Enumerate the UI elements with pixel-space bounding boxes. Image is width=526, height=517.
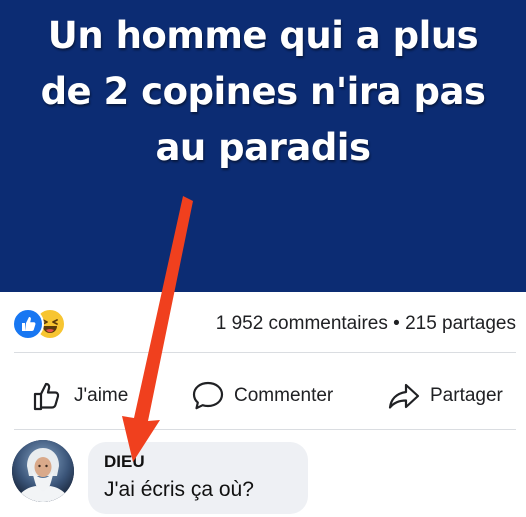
banner-line-1: Un homme qui a plus (47, 14, 479, 57)
share-label: Partager (430, 385, 503, 406)
facebook-post-screenshot: Un homme qui a plus de 2 copines n'ira p… (0, 0, 526, 517)
post-image-banner: Un homme qui a plus de 2 copines n'ira p… (0, 0, 526, 292)
share-button[interactable]: Partager (386, 378, 503, 414)
like-button[interactable]: J'aime (30, 378, 128, 414)
divider-top (14, 352, 516, 353)
comment-label: Commenter (234, 385, 334, 406)
comment-text: J'ai écris ça où? (104, 478, 254, 501)
comment-button[interactable]: Commenter (190, 378, 333, 414)
thumbs-up-icon (33, 382, 60, 411)
share-arrow-icon (388, 383, 420, 409)
post-image-text: Un homme qui a plus de 2 copines n'ira p… (20, 8, 506, 176)
reaction-icons[interactable] (12, 308, 74, 340)
comments-shares-count[interactable]: 1 952 commentaires • 215 partages (216, 313, 516, 335)
comment-bubble[interactable]: DIEU J'ai écris ça où? (88, 442, 308, 514)
banner-line-2: de 2 copines n'ira pas (40, 70, 486, 113)
banner-line-3: au paradis (155, 126, 371, 169)
comment-author[interactable]: DIEU (104, 452, 145, 472)
avatar[interactable] (12, 440, 74, 502)
like-label: J'aime (74, 385, 129, 406)
speech-bubble-icon (192, 381, 224, 410)
god-avatar-icon (12, 440, 74, 502)
divider-bottom (14, 429, 516, 430)
like-icon (12, 308, 44, 340)
